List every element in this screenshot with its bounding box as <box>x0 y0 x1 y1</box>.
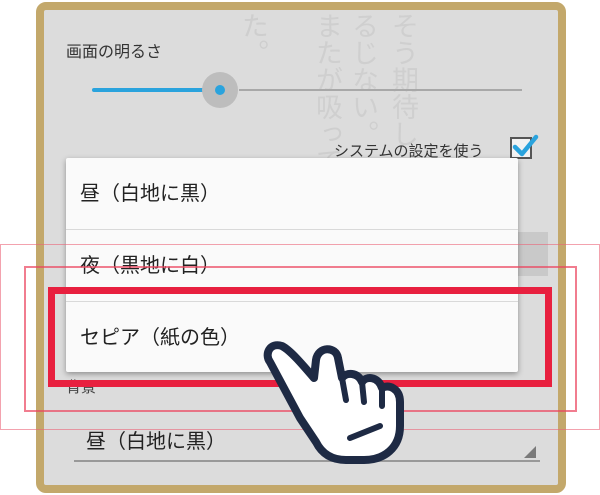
system-setting-checkbox[interactable] <box>510 134 539 159</box>
background-text-line: またが吸って <box>311 12 342 174</box>
brightness-slider-track[interactable] <box>239 89 522 91</box>
background-text-line: そう期待し <box>387 12 418 147</box>
dropdown-arrow-icon[interactable] <box>524 446 536 458</box>
background-text-line: るじない。 <box>347 12 378 147</box>
brightness-label: 画面の明るさ <box>66 42 163 61</box>
background-text-line: た。 <box>237 12 268 66</box>
brightness-slider-fill[interactable] <box>92 88 218 92</box>
checkmark-icon <box>512 134 539 157</box>
brightness-slider-thumb[interactable] <box>215 85 225 95</box>
menu-item-day[interactable]: 昼（白地に黒） <box>66 158 518 228</box>
pointing-hand-icon <box>263 341 404 464</box>
